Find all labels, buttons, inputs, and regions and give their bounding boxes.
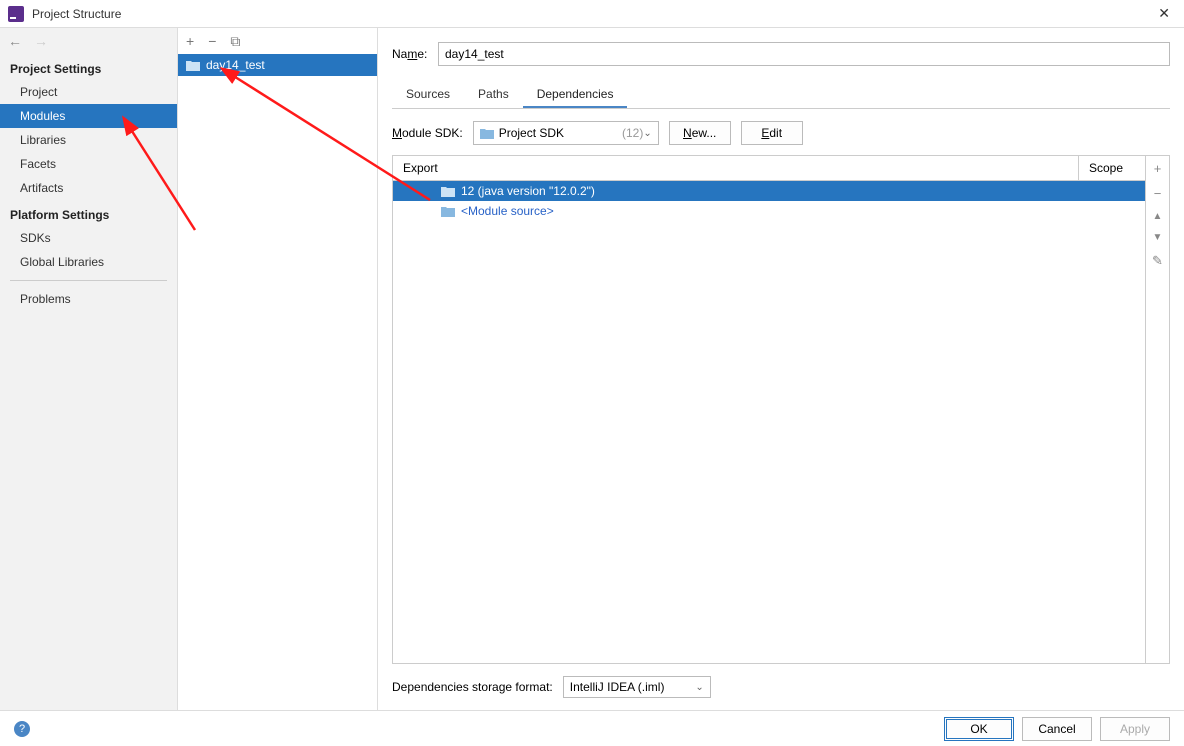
sidebar-item-artifacts[interactable]: Artifacts <box>0 176 177 200</box>
storage-label: Dependencies storage format: <box>392 680 553 694</box>
module-details-panel: Name: Sources Paths Dependencies Module … <box>378 28 1184 710</box>
module-list-panel: + − ⧉ day14_test <box>178 28 378 710</box>
sidebar-item-sdks[interactable]: SDKs <box>0 226 177 250</box>
sidebar-item-libraries[interactable]: Libraries <box>0 128 177 152</box>
dep-text: 12 (java version "12.0.2") <box>461 184 595 198</box>
module-name-input[interactable] <box>438 42 1170 66</box>
sdk-selected: Project SDK <box>499 126 619 140</box>
dep-up-icon[interactable]: ▲ <box>1153 206 1163 227</box>
module-tabs: Sources Paths Dependencies <box>392 82 1170 109</box>
sidebar-item-modules[interactable]: Modules <box>0 104 177 128</box>
folder-icon <box>441 206 455 217</box>
tab-sources[interactable]: Sources <box>392 82 464 108</box>
dependencies-area: Export Scope 12 (java version "12.0.2") … <box>392 155 1170 664</box>
folder-icon <box>441 186 455 197</box>
sidebar-item-global-libraries[interactable]: Global Libraries <box>0 250 177 274</box>
sdk-new-button[interactable]: New... <box>669 121 731 145</box>
folder-icon <box>186 60 200 71</box>
sidebar-item-project[interactable]: Project <box>0 80 177 104</box>
dep-text: <Module source> <box>461 204 554 218</box>
deps-header: Export Scope <box>393 156 1145 181</box>
module-toolbar: + − ⧉ <box>178 28 377 54</box>
sdk-hint: (12) <box>622 126 643 140</box>
storage-value: IntelliJ IDEA (.iml) <box>570 680 665 694</box>
help-icon[interactable]: ? <box>14 721 30 737</box>
module-sdk-select[interactable]: Project SDK (12) ⌄ <box>473 121 659 145</box>
name-label: Name: <box>392 47 438 61</box>
apply-button[interactable]: Apply <box>1100 717 1170 741</box>
dialog-footer: ? OK Cancel Apply <box>0 710 1184 746</box>
nav-history: ← → <box>0 28 177 54</box>
project-settings-header: Project Settings <box>0 54 177 80</box>
sidebar-divider <box>10 280 167 281</box>
dep-row[interactable]: <Module source> <box>393 201 1145 221</box>
storage-row: Dependencies storage format: IntelliJ ID… <box>392 664 1170 710</box>
storage-format-select[interactable]: IntelliJ IDEA (.iml) ⌄ <box>563 676 711 698</box>
forward-icon[interactable]: → <box>34 33 48 49</box>
sdk-row: Module SDK: Project SDK (12) ⌄ New... Ed… <box>392 121 1170 145</box>
name-row: Name: <box>392 42 1170 66</box>
add-module-icon[interactable]: + <box>186 33 194 49</box>
tab-paths[interactable]: Paths <box>464 82 523 108</box>
module-list-item[interactable]: day14_test <box>178 54 377 76</box>
dependencies-table: Export Scope 12 (java version "12.0.2") … <box>393 156 1145 663</box>
sidebar-item-problems[interactable]: Problems <box>0 287 177 311</box>
remove-module-icon[interactable]: − <box>208 33 216 49</box>
platform-settings-header: Platform Settings <box>0 200 177 226</box>
window-title: Project Structure <box>32 7 1152 21</box>
dep-down-icon[interactable]: ▼ <box>1153 227 1163 248</box>
tab-dependencies[interactable]: Dependencies <box>523 82 628 108</box>
col-export[interactable]: Export <box>393 156 1079 180</box>
sdk-edit-button[interactable]: Edit <box>741 121 803 145</box>
cancel-button[interactable]: Cancel <box>1022 717 1092 741</box>
module-sdk-label: Module SDK: <box>392 126 463 140</box>
ok-button[interactable]: OK <box>944 717 1014 741</box>
deps-rows: 12 (java version "12.0.2") <Module sourc… <box>393 181 1145 663</box>
sidebar-item-facets[interactable]: Facets <box>0 152 177 176</box>
settings-sidebar: ← → Project Settings Project Modules Lib… <box>0 28 178 710</box>
folder-icon <box>480 128 494 139</box>
dep-row[interactable]: 12 (java version "12.0.2") <box>393 181 1145 201</box>
copy-module-icon[interactable]: ⧉ <box>230 33 240 50</box>
dep-add-icon[interactable]: + <box>1154 156 1162 181</box>
deps-side-toolbar: + − ▲ ▼ ✎ <box>1145 156 1169 663</box>
dep-remove-icon[interactable]: − <box>1154 181 1162 206</box>
chevron-down-icon: ⌄ <box>695 682 703 693</box>
col-scope[interactable]: Scope <box>1079 156 1145 180</box>
app-icon <box>8 6 24 22</box>
footer-buttons: OK Cancel Apply <box>944 717 1170 741</box>
title-bar: Project Structure ✕ <box>0 0 1184 28</box>
module-name: day14_test <box>206 58 265 72</box>
dep-edit-icon[interactable]: ✎ <box>1152 248 1163 274</box>
chevron-down-icon: ⌄ <box>643 128 651 139</box>
close-icon[interactable]: ✕ <box>1152 3 1176 24</box>
back-icon[interactable]: ← <box>8 33 22 49</box>
